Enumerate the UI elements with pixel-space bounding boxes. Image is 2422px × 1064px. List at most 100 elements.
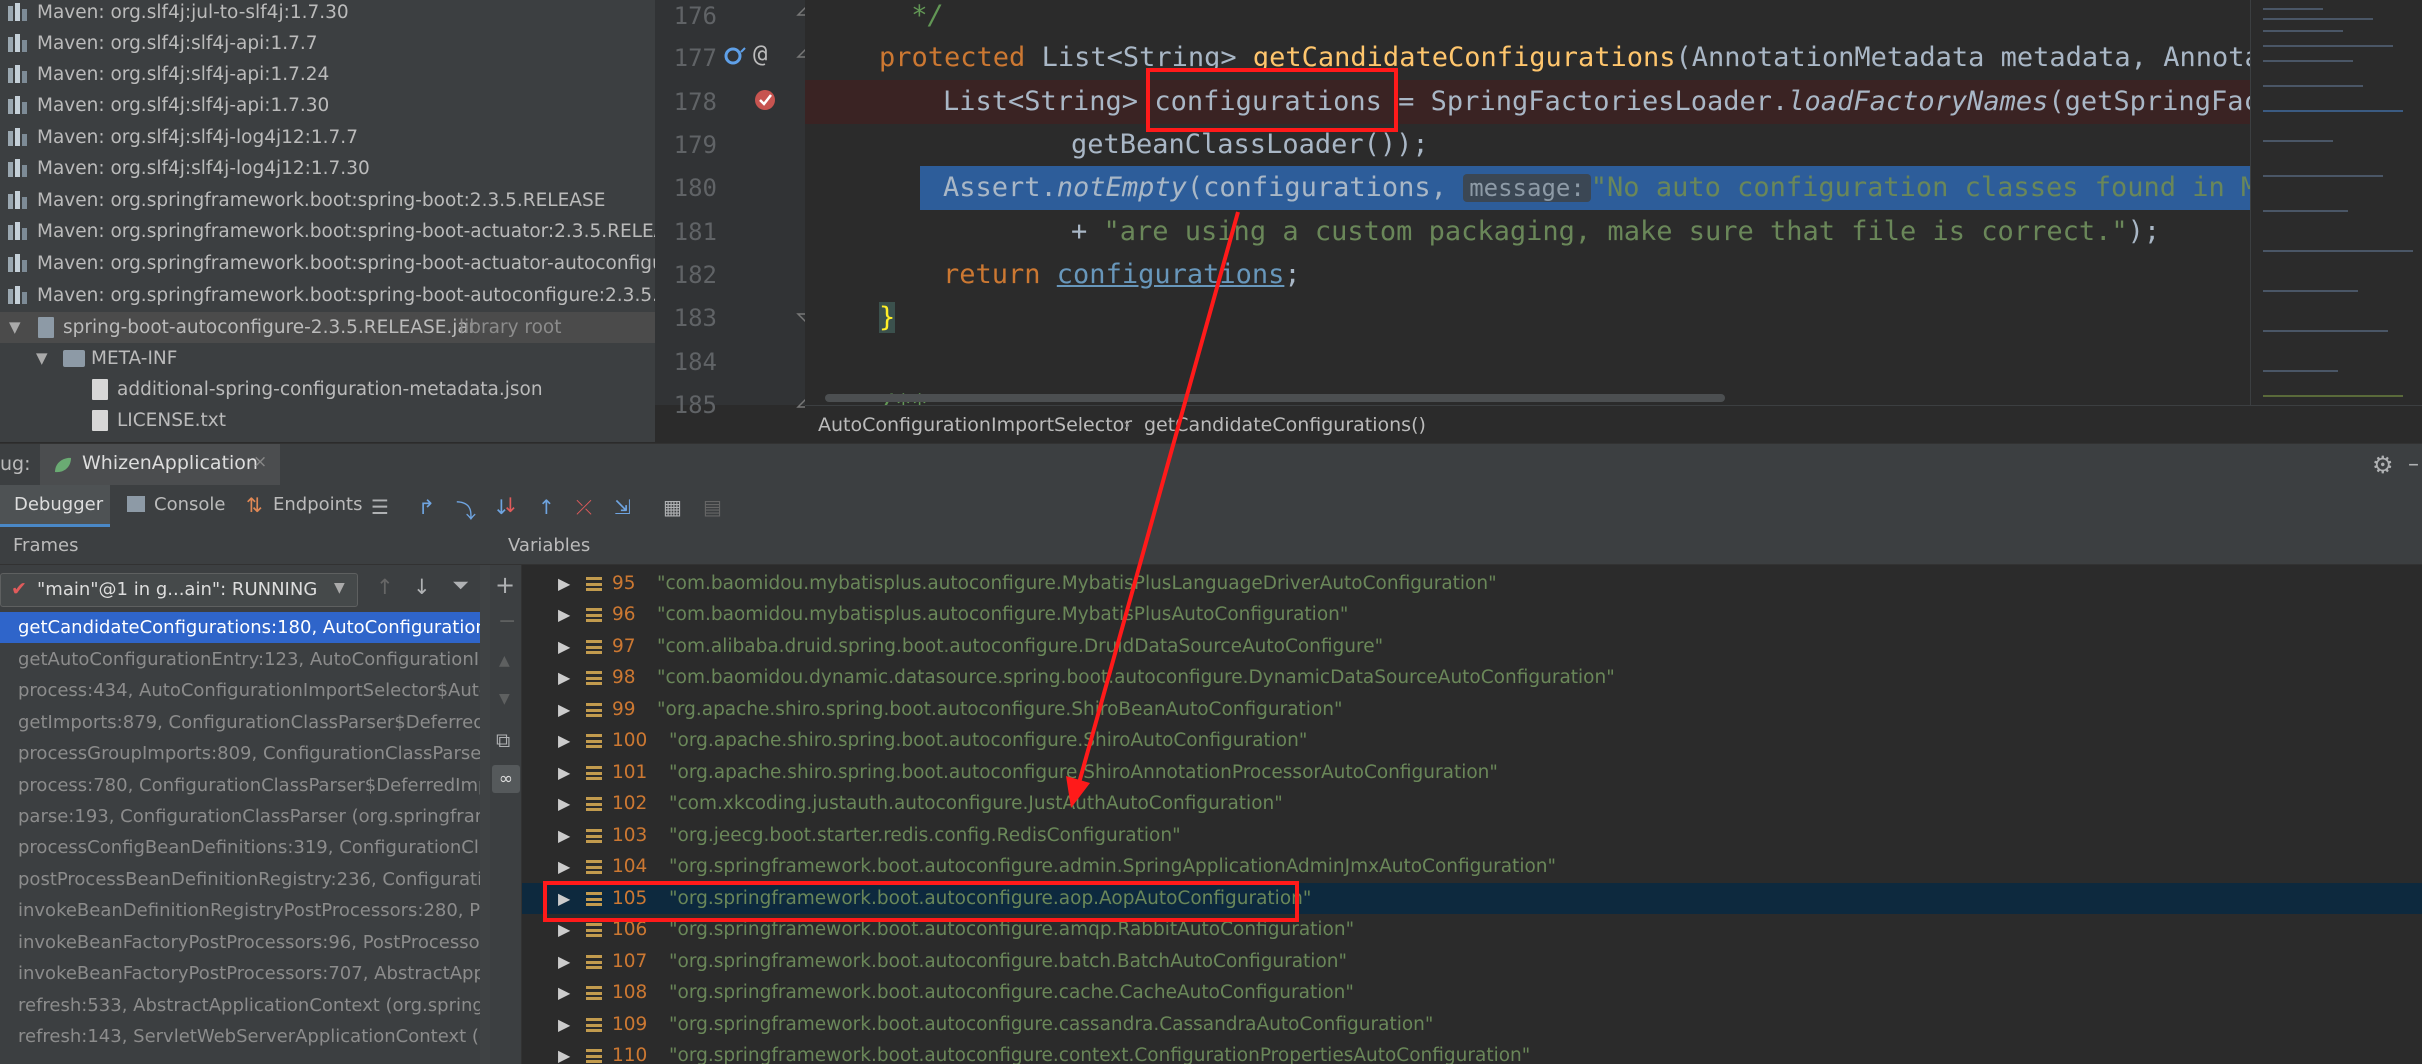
evaluate-expression-icon[interactable]: ▦ — [663, 495, 682, 519]
minimap-line — [2263, 290, 2358, 292]
expand-icon[interactable]: ▶ — [558, 568, 570, 599]
frame-item[interactable]: parse:193, ConfigurationClassParser (org… — [0, 801, 490, 832]
run-to-cursor-icon[interactable]: ⇲ — [614, 495, 631, 519]
variable-row[interactable]: ▶ 101 "org.apache.shiro.spring.boot.autoco… — [522, 757, 2422, 788]
variable-row[interactable]: ▶ 110 "org.springframework.boot.autoconfig… — [522, 1040, 2422, 1064]
variable-row[interactable]: ▶ 97 "com.alibaba.druid.spring.boot.autoco… — [522, 631, 2422, 662]
tree-item-library[interactable]: Maven: org.slf4j:jul-to-slf4j:1.7.30 — [0, 0, 655, 28]
tab-endpoints[interactable]: ⇅ Endpoints — [243, 485, 363, 527]
tree-item-library[interactable]: Maven: org.springframework.boot:spring-b… — [0, 185, 655, 216]
editor-gutter[interactable]: 176 177 178 179 180 181 182 183 184 185 … — [655, 0, 814, 419]
tab-debugger[interactable]: Debugger — [0, 485, 110, 527]
frame-item[interactable]: refresh:143, ServletWebServerApplication… — [0, 1021, 490, 1052]
expand-icon[interactable]: ▶ — [558, 1040, 570, 1064]
trace-icon[interactable]: ▤ — [703, 495, 722, 519]
line-number: 182 — [673, 261, 717, 289]
remove-watch-icon[interactable]: − — [498, 609, 516, 634]
tree-item-file[interactable]: additional-spring-configuration-metadata… — [0, 374, 655, 405]
frame-item[interactable]: getCandidateConfigurations:180, AutoConf… — [0, 612, 490, 643]
expand-icon[interactable]: ▶ — [558, 820, 570, 851]
variable-row[interactable]: ▶ 103 "org.jeecg.boot.starter.redis.config… — [522, 820, 2422, 851]
breadcrumb-class[interactable]: AutoConfigurationImportSelector — [818, 406, 1132, 444]
variable-row[interactable]: ▶ 95 "com.baomidou.mybatisplus.autoconfigu… — [522, 568, 2422, 599]
expand-icon[interactable]: ▶ — [558, 599, 570, 630]
variable-row[interactable]: ▶ 100 "org.apache.shiro.spring.boot.autoco… — [522, 725, 2422, 756]
implements-icon[interactable] — [722, 45, 748, 71]
expand-icon[interactable]: ▶ — [558, 662, 570, 693]
step-over-icon[interactable]: ⤵ — [456, 495, 476, 524]
frame-item[interactable]: processConfigBeanDefinitions:319, Config… — [0, 832, 490, 863]
move-up-icon[interactable]: ▲ — [499, 653, 510, 669]
frame-item[interactable]: refresh:533, AbstractApplicationContext … — [0, 990, 490, 1021]
frame-item[interactable]: invokeBeanFactoryPostProcessors:96, Post… — [0, 927, 490, 958]
expand-icon[interactable]: ▶ — [558, 631, 570, 662]
variable-row[interactable]: ▶ 98 "com.baomidou.dynamic.datasource.spri… — [522, 662, 2422, 693]
variable-row[interactable]: ▶ 109 "org.springframework.boot.autoconfig… — [522, 1009, 2422, 1040]
session-tab[interactable]: WhizenApplication × — [40, 444, 280, 486]
add-watch-icon[interactable]: + — [495, 571, 515, 599]
tree-item-meta-inf[interactable]: ▼ META-INF — [0, 343, 655, 374]
frame-item[interactable]: getImports:879, ConfigurationClassParser… — [0, 707, 490, 738]
breadcrumb-method[interactable]: getCandidateConfigurations() — [1144, 406, 1426, 444]
tree-item-library[interactable]: Maven: org.slf4j:slf4j-api:1.7.7 — [0, 28, 655, 59]
tab-console[interactable]: Console — [124, 485, 234, 527]
horizontal-scrollbar[interactable] — [825, 394, 1725, 402]
close-icon[interactable]: × — [253, 452, 267, 472]
variable-row[interactable]: ▶ 108 "org.springframework.boot.autoconfig… — [522, 977, 2422, 1008]
tree-item-library[interactable]: Maven: org.slf4j:slf4j-log4j12:1.7.30 — [0, 153, 655, 184]
glasses-icon[interactable]: ∞ — [492, 765, 520, 793]
minimap[interactable] — [2250, 0, 2422, 405]
code-editor[interactable]: */ protected List<String> getCandidateCo… — [805, 0, 2250, 405]
variable-row[interactable]: ▶ 102 "com.xkcoding.justauth.autoconfigure… — [522, 788, 2422, 819]
tree-item-file[interactable]: LICENSE.txt — [0, 405, 655, 436]
expand-icon[interactable]: ▶ — [558, 725, 570, 756]
frame-item[interactable]: postProcessBeanDefinitionRegistry:236, C… — [0, 864, 490, 895]
expand-icon[interactable]: ▶ — [558, 851, 570, 882]
frame-item[interactable]: process:780, ConfigurationClassParser$De… — [0, 770, 490, 801]
frame-item[interactable]: getAutoConfigurationEntry:123, AutoConfi… — [0, 644, 490, 675]
force-step-into-icon[interactable]: ↓ — [502, 493, 519, 517]
frame-item[interactable]: processGroupImports:809, ConfigurationCl… — [0, 738, 490, 769]
tree-item-library[interactable]: Maven: org.slf4j:slf4j-api:1.7.30 — [0, 90, 655, 121]
tree-item-jar[interactable]: ▼ spring-boot-autoconfigure-2.3.5.RELEAS… — [0, 312, 655, 343]
copy-icon[interactable]: ⧉ — [496, 728, 510, 752]
tree-item-library[interactable]: Maven: org.springframework.boot:spring-b… — [0, 216, 655, 247]
chevron-down-icon[interactable]: ▼ — [36, 343, 48, 374]
field-icon — [586, 829, 602, 843]
move-down-icon[interactable]: ▼ — [499, 691, 510, 707]
frame-item[interactable]: invokeBeanFactoryPostProcessors:707, Abs… — [0, 958, 490, 989]
expand-icon[interactable]: ▶ — [558, 1009, 570, 1040]
thread-select[interactable]: ✔ "main"@1 in g...ain": RUNNING ▼ — [0, 573, 358, 607]
frame-item[interactable]: process:434, AutoConfigurationImportSele… — [0, 675, 490, 706]
tree-item-library[interactable]: Maven: org.slf4j:slf4j-api:1.7.24 — [0, 59, 655, 90]
arrow-up-icon[interactable]: ↑ — [376, 575, 394, 599]
arrow-down-icon[interactable]: ↓ — [413, 575, 431, 599]
variable-link[interactable]: configurations — [1057, 259, 1285, 290]
frames-scrollbar[interactable] — [480, 565, 490, 1064]
layout-menu-icon[interactable]: ☰ — [371, 495, 389, 519]
expand-icon[interactable]: ▶ — [558, 946, 570, 977]
breakpoint-icon[interactable] — [752, 86, 780, 114]
drop-frame-icon[interactable]: ⤫ — [576, 495, 592, 519]
filter-icon[interactable]: ⏷ — [452, 573, 469, 598]
variables-side-toolbar: + − ▲ ▼ ⧉ ∞ — [490, 565, 522, 1064]
show-execution-point-icon[interactable]: ↱ — [418, 495, 435, 519]
tree-item-library[interactable]: Maven: org.springframework.boot:spring-b… — [0, 248, 655, 279]
expand-icon[interactable]: ▶ — [558, 788, 570, 819]
variable-row[interactable]: ▶ 99 "org.apache.shiro.spring.boot.autocon… — [522, 694, 2422, 725]
variable-row[interactable]: ▶ 104 "org.springframework.boot.autoconfig… — [522, 851, 2422, 882]
variable-row[interactable]: ▶ 96 "com.baomidou.mybatisplus.autoconfigu… — [522, 599, 2422, 630]
gear-icon[interactable]: ⚙ — [2372, 451, 2394, 479]
expand-icon[interactable]: ▶ — [558, 977, 570, 1008]
debugger-toolbar: Debugger Console ⇅ Endpoints ☰ ↱ ⤵ ↓ ↓ ↑… — [0, 485, 2422, 527]
expand-icon[interactable]: ▶ — [558, 694, 570, 725]
minimize-icon[interactable]: – — [2408, 452, 2419, 477]
expand-icon[interactable]: ▶ — [558, 757, 570, 788]
step-out-icon[interactable]: ↑ — [538, 495, 555, 519]
tree-item-library[interactable]: Maven: org.slf4j:slf4j-log4j12:1.7.7 — [0, 122, 655, 153]
annotation-icon[interactable]: @ — [753, 40, 767, 68]
variable-row[interactable]: ▶ 107 "org.springframework.boot.autoconfig… — [522, 946, 2422, 977]
tree-item-library[interactable]: Maven: org.springframework.boot:spring-b… — [0, 280, 655, 311]
chevron-down-icon[interactable]: ▼ — [9, 312, 21, 343]
frame-item[interactable]: invokeBeanDefinitionRegistryPostProcesso… — [0, 895, 490, 926]
